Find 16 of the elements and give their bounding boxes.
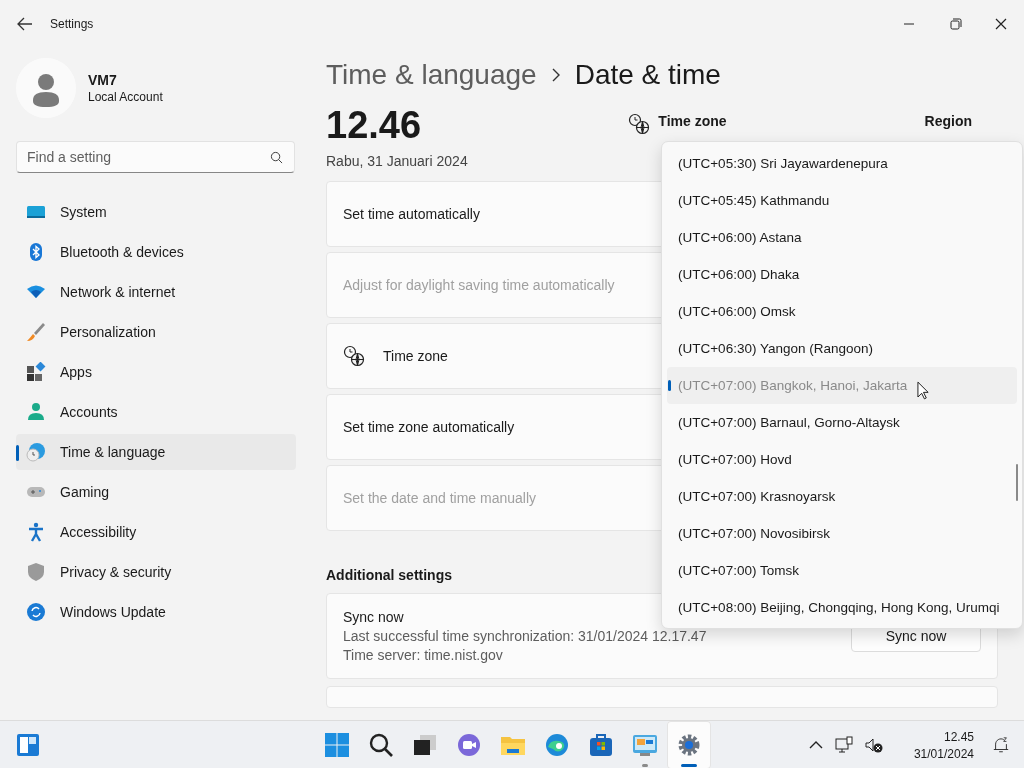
setting-label: Set time zone automatically [343,419,515,435]
page-title: Date & time [574,59,721,91]
current-date: Rabu, 31 Januari 2024 [326,153,468,169]
section-heading: Additional settings [326,567,452,583]
setting-label: Set the date and time manually [343,490,536,506]
account-type: Local Account [88,90,163,104]
sync-status: Last successful time synchronization: 31/01/2024 12.17.47 [343,628,707,644]
current-time: 12.46 [326,103,423,147]
info-label: Time zone [658,113,727,129]
setting-label: Time zone [383,348,448,364]
user-name: VM7 [88,72,118,88]
info-label: Region [924,113,972,129]
setting-label: Set time automatically [343,206,480,222]
window-title: Settings [50,17,94,31]
setting-label: Adjust for daylight saving time automatically [343,277,615,293]
time-server: Time server: time.nist.gov [343,647,504,663]
